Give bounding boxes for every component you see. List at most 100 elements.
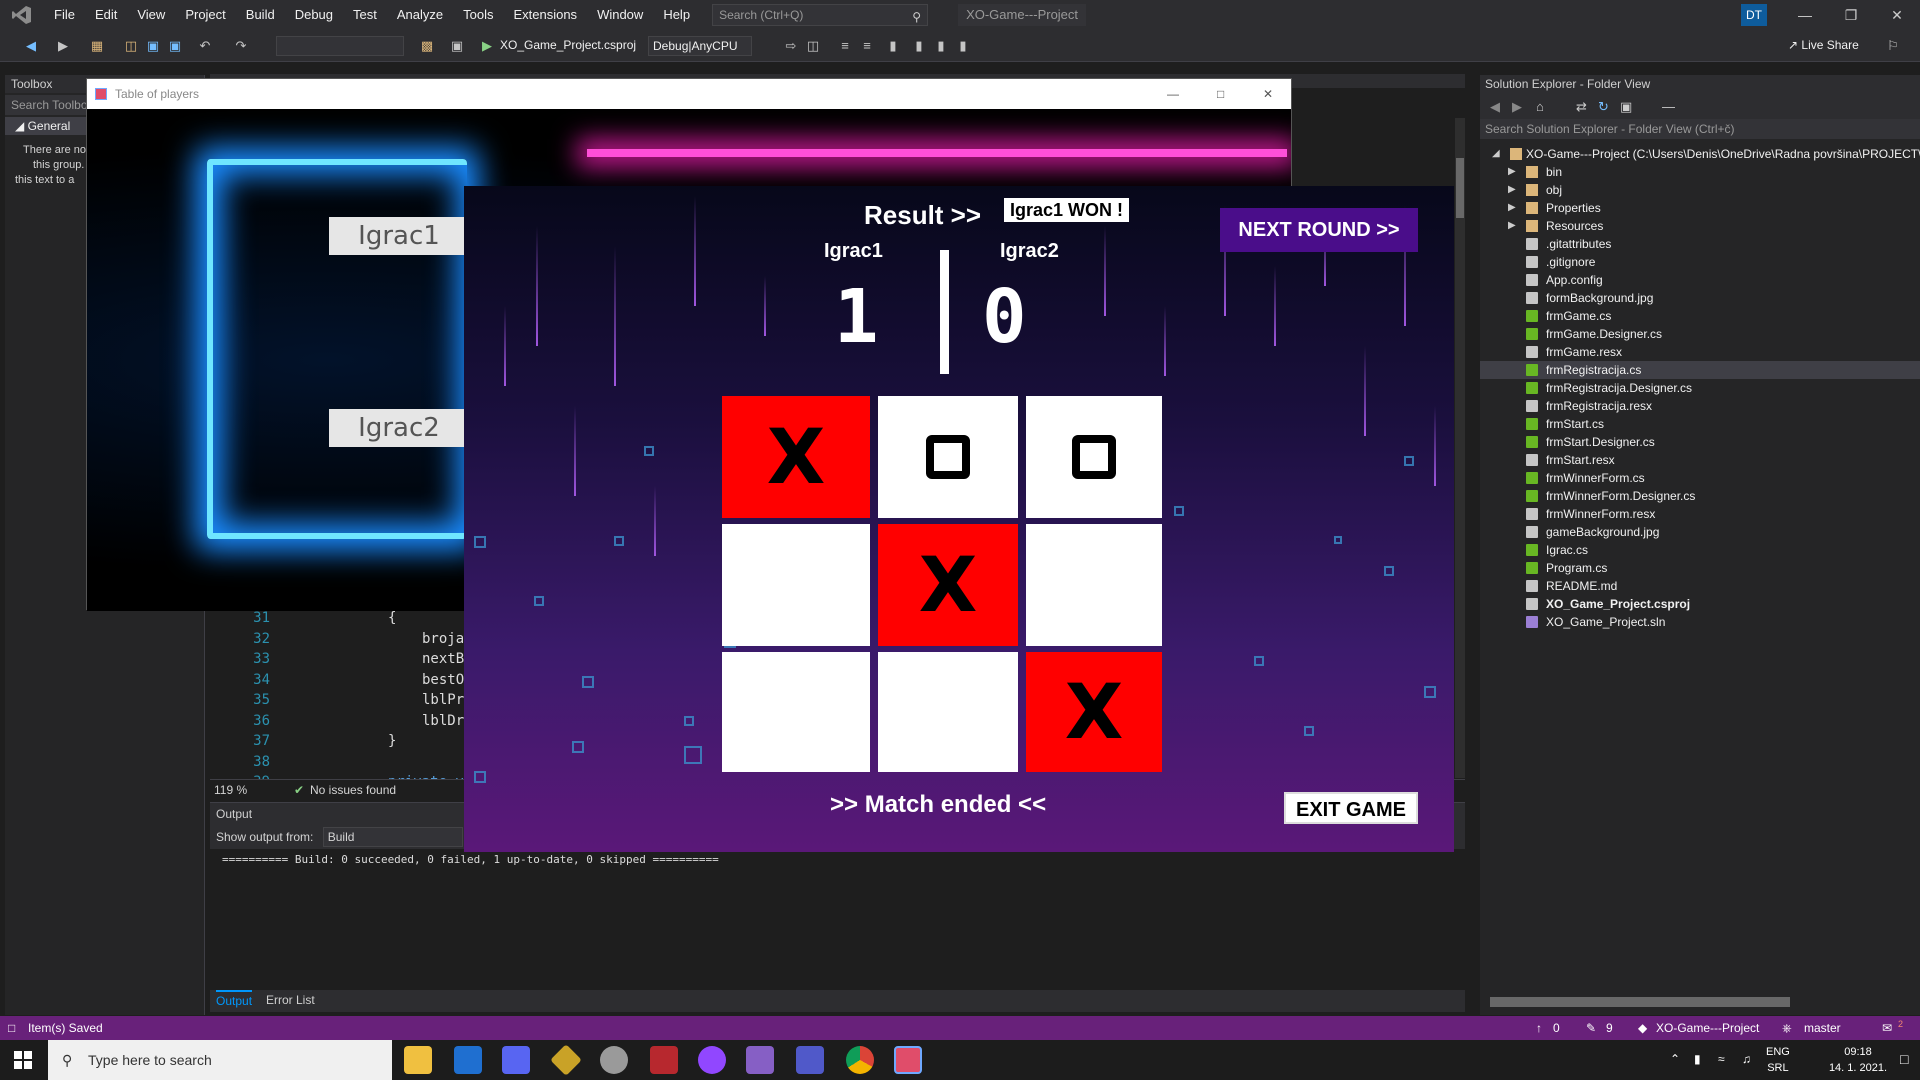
tree-file[interactable]: frmWinnerForm.cs (1480, 469, 1920, 487)
board-cell-2-2[interactable]: X (878, 524, 1018, 646)
minimize-icon[interactable]: — (1782, 0, 1828, 30)
back-icon[interactable]: ◀ (24, 39, 38, 53)
game-app-icon[interactable] (894, 1046, 922, 1074)
maximize-icon[interactable]: □ (1217, 79, 1224, 109)
board-cell-1-1[interactable]: X (722, 396, 870, 518)
bookmark-next-icon[interactable]: ▮ (934, 39, 948, 53)
battery-icon[interactable]: ▮ (1694, 1052, 1701, 1066)
access-icon[interactable] (650, 1046, 678, 1074)
board-cell-1-3[interactable] (1026, 396, 1162, 518)
tree-file[interactable]: frmGame.cs (1480, 307, 1920, 325)
new-project-icon[interactable]: ▦ (90, 39, 104, 53)
save-icon[interactable]: ▣ (146, 39, 160, 53)
tree-file[interactable]: .gitignore (1480, 253, 1920, 271)
notifications-icon[interactable]: ✉ (1882, 1016, 1892, 1040)
properties-icon[interactable]: — (1662, 99, 1675, 114)
board-cell-3-3[interactable]: X (1026, 652, 1162, 772)
solution-scrollbar[interactable] (1490, 997, 1790, 1007)
board-cell-2-1[interactable] (722, 524, 870, 646)
next-round-button[interactable]: NEXT ROUND >> (1220, 208, 1418, 252)
scrollbar-thumb[interactable] (1456, 158, 1464, 218)
indent-icon[interactable]: ≡ (838, 39, 852, 53)
menu-file[interactable]: File (44, 0, 85, 30)
git-icon[interactable] (550, 1044, 582, 1076)
edit-count[interactable]: 9 (1606, 1016, 1613, 1040)
wifi-icon[interactable]: ≈ (1718, 1052, 1725, 1066)
tree-file[interactable]: App.config (1480, 271, 1920, 289)
close-icon[interactable]: ✕ (1874, 0, 1920, 30)
tree-folder[interactable]: ▶ Resources (1480, 217, 1920, 235)
language-indicator[interactable]: ENG SRL (1766, 1044, 1790, 1076)
search-input[interactable]: Search (Ctrl+Q) ⚲ (712, 4, 929, 26)
live-share-button[interactable]: ↗ Live Share (1788, 38, 1859, 52)
refresh-icon[interactable]: ↻ (1598, 99, 1609, 115)
menu-window[interactable]: Window (587, 0, 653, 30)
board-cell-3-2[interactable] (878, 652, 1018, 772)
repo-icon[interactable]: ◆ (1638, 1016, 1647, 1040)
user-avatar[interactable]: DT (1741, 4, 1767, 26)
tree-file[interactable]: frmGame.resx (1480, 343, 1920, 361)
tree-file[interactable]: Igrac.cs (1480, 541, 1920, 559)
start-icon[interactable]: ▶ (480, 39, 494, 53)
layout-icon[interactable]: ◫ (806, 39, 820, 53)
find-icon[interactable]: ▩ (420, 39, 434, 53)
visual-studio-logo-icon[interactable] (0, 0, 44, 30)
feedback-icon[interactable]: ⚐ (1886, 39, 1900, 53)
solution-search-input[interactable]: Search Solution Explorer - Folder View (… (1480, 119, 1920, 139)
forward-icon[interactable]: ▶ (1512, 99, 1522, 115)
menu-view[interactable]: View (127, 0, 175, 30)
database-icon[interactable] (600, 1046, 628, 1074)
tree-file[interactable]: README.md (1480, 577, 1920, 595)
output-source-select[interactable]: Build (322, 827, 463, 847)
project-combo[interactable]: XO_Game_Project.csproj (496, 36, 644, 56)
tree-file[interactable]: frmStart.resx (1480, 451, 1920, 469)
tree-file[interactable]: frmWinnerForm.resx (1480, 505, 1920, 523)
tree-file[interactable]: frmRegistracija.cs (1480, 361, 1920, 379)
discord-icon[interactable] (502, 1046, 530, 1074)
tree-file[interactable]: frmGame.Designer.cs (1480, 325, 1920, 343)
solution-root[interactable]: ◢ XO-Game---Project (C:\Users\Denis\OneDr… (1480, 145, 1920, 163)
issues-label[interactable]: No issues found (310, 783, 396, 797)
tree-file[interactable]: frmStart.Designer.cs (1480, 433, 1920, 451)
tab-error-list[interactable]: Error List (266, 990, 315, 1010)
board-cell-1-2[interactable] (878, 396, 1018, 518)
board-cell-2-3[interactable] (1026, 524, 1162, 646)
tree-file[interactable]: Program.cs (1480, 559, 1920, 577)
branch-name[interactable]: master (1804, 1016, 1841, 1040)
menu-test[interactable]: Test (343, 0, 387, 30)
volume-icon[interactable]: ♫ (1742, 1052, 1751, 1066)
back-icon[interactable]: ◀ (1490, 99, 1500, 115)
home-icon[interactable]: ⌂ (1536, 99, 1544, 114)
branch-icon[interactable]: ⎈ (1782, 1016, 1792, 1040)
tab-output[interactable]: Output (216, 990, 253, 1010)
push-icon[interactable]: ↑ (1536, 1016, 1542, 1040)
tree-folder[interactable]: ▶ bin (1480, 163, 1920, 181)
sync-icon[interactable]: ⇄ (1576, 99, 1587, 115)
tree-file[interactable]: XO_Game_Project.csproj (1480, 595, 1920, 613)
restore-icon[interactable]: ❐ (1828, 0, 1874, 30)
tree-folder[interactable]: ▶ obj (1480, 181, 1920, 199)
open-folder-icon[interactable]: ◫ (124, 39, 138, 53)
push-count[interactable]: 0 (1553, 1016, 1560, 1040)
action-center-icon[interactable]: □ (1900, 1051, 1908, 1067)
menu-help[interactable]: Help (653, 0, 700, 30)
app-icon[interactable] (698, 1046, 726, 1074)
tree-folder[interactable]: ▶ Properties (1480, 199, 1920, 217)
tree-file[interactable]: formBackground.jpg (1480, 289, 1920, 307)
close-icon[interactable]: ✕ (1263, 79, 1273, 109)
edit-icon[interactable]: ✎ (1586, 1016, 1596, 1040)
menu-debug[interactable]: Debug (285, 0, 343, 30)
undo-icon[interactable]: ↶ (198, 39, 212, 53)
menu-extensions[interactable]: Extensions (503, 0, 587, 30)
bookmark-prev-icon[interactable]: ▮ (912, 39, 926, 53)
tree-file[interactable]: XO_Game_Project.sln (1480, 613, 1920, 631)
redo-icon[interactable]: ↷ (234, 39, 248, 53)
save-all-icon[interactable]: ▣ (168, 39, 182, 53)
tree-file[interactable]: frmWinnerForm.Designer.cs (1480, 487, 1920, 505)
windows-start-icon[interactable] (14, 1051, 32, 1069)
tree-file[interactable]: .gitattributes (1480, 235, 1920, 253)
tree-file[interactable]: gameBackground.jpg (1480, 523, 1920, 541)
taskbar-search-input[interactable]: ⚲ Type here to search (48, 1040, 392, 1080)
tree-file[interactable]: frmStart.cs (1480, 415, 1920, 433)
board-cell-3-1[interactable] (722, 652, 870, 772)
